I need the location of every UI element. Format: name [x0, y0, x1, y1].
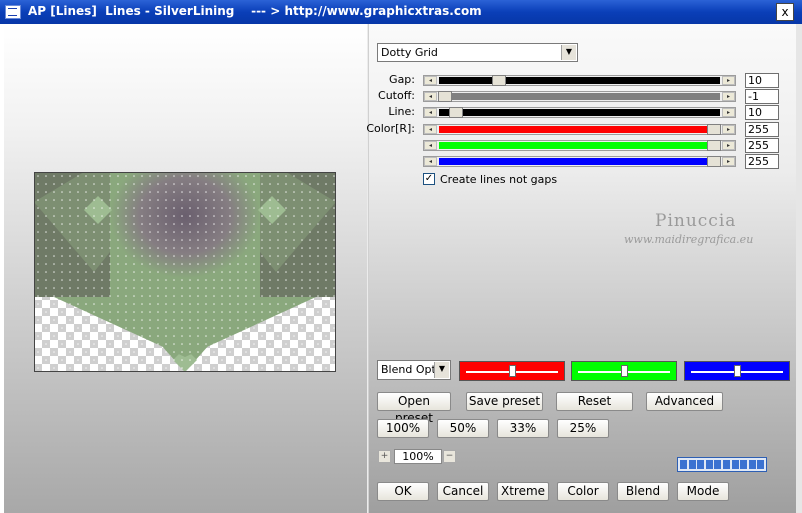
arrow-left-icon[interactable]: ◂: [424, 92, 437, 101]
create-lines-label: Create lines not gaps: [440, 173, 558, 186]
arrow-right-icon[interactable]: ▸: [722, 76, 735, 85]
slider-track: [439, 158, 720, 165]
zoom-50-button[interactable]: 50%: [437, 419, 489, 438]
close-button[interactable]: x: [776, 3, 794, 21]
slider-thumb[interactable]: [438, 91, 452, 102]
blend-button[interactable]: Blend: [617, 482, 669, 501]
slider-track: [439, 142, 720, 149]
progress-segment: [680, 460, 687, 469]
parameter-slider[interactable]: ◂ ▸: [423, 75, 736, 86]
arrow-left-icon[interactable]: ◂: [424, 141, 437, 150]
parameter-slider[interactable]: ◂ ▸: [423, 91, 736, 102]
mode-button[interactable]: Mode: [677, 482, 729, 501]
zoom-33-button[interactable]: 33%: [497, 419, 549, 438]
zoom-25-button[interactable]: 25%: [557, 419, 609, 438]
zoom-out-button[interactable]: −: [443, 450, 456, 463]
slider-value-field[interactable]: 10: [745, 73, 779, 88]
slider-label: Line:: [388, 105, 415, 118]
arrow-right-icon[interactable]: ▸: [722, 157, 735, 166]
parameter-slider[interactable]: ◂ ▸: [423, 140, 736, 151]
parameter-slider[interactable]: ◂ ▸: [423, 156, 736, 167]
create-lines-checkbox[interactable]: ✓: [423, 173, 435, 185]
green-swatch-slider[interactable]: [571, 361, 677, 381]
advanced-button[interactable]: Advanced: [646, 392, 723, 411]
chevron-down-icon[interactable]: ▼: [561, 45, 576, 60]
slider-label: Color[R]:: [366, 122, 415, 135]
slider-thumb[interactable]: [707, 156, 721, 167]
slider-track: [439, 126, 720, 133]
slider-value-field[interactable]: 255: [745, 154, 779, 169]
slider-track: [439, 93, 720, 100]
progress-segment: [757, 460, 765, 469]
progress-segment: [723, 460, 730, 469]
slider-thumb[interactable]: [492, 75, 506, 86]
chevron-down-icon[interactable]: ▼: [434, 362, 449, 378]
swatch-thumb[interactable]: [734, 365, 741, 377]
app-icon: [5, 5, 21, 19]
slider-value-field[interactable]: 255: [745, 122, 779, 137]
arrow-left-icon[interactable]: ◂: [424, 157, 437, 166]
slider-thumb[interactable]: [449, 107, 463, 118]
blend-options-value: Blend Optio: [381, 363, 435, 376]
open-preset-button[interactable]: Open preset: [377, 392, 451, 425]
progress-segment: [688, 460, 696, 469]
swatch-thumb[interactable]: [621, 365, 628, 377]
blend-options-select[interactable]: Blend Optio ▼: [377, 360, 451, 380]
slider-track: [439, 77, 720, 84]
save-preset-button[interactable]: Save preset: [466, 392, 543, 411]
arrow-left-icon[interactable]: ◂: [424, 125, 437, 134]
parameter-slider[interactable]: ◂ ▸: [423, 107, 736, 118]
cancel-button[interactable]: Cancel: [437, 482, 489, 501]
swatch-thumb[interactable]: [509, 365, 516, 377]
mode-select[interactable]: Dotty Grid ▼: [377, 43, 578, 62]
zoom-in-button[interactable]: +: [378, 450, 391, 463]
progress-segment: [697, 460, 705, 469]
window-title: AP [Lines] Lines - SilverLining --- > ht…: [28, 4, 482, 18]
slider-track: [439, 109, 720, 116]
slider-label: Gap:: [389, 73, 415, 86]
slider-value-field[interactable]: 10: [745, 105, 779, 120]
slider-value-field[interactable]: -1: [745, 89, 779, 104]
arrow-right-icon[interactable]: ▸: [722, 108, 735, 117]
color-button[interactable]: Color: [557, 482, 609, 501]
slider-label: Cutoff:: [378, 89, 415, 102]
blue-swatch-slider[interactable]: [684, 361, 790, 381]
mode-select-value: Dotty Grid: [381, 46, 438, 59]
zoom-value-field[interactable]: 100%: [394, 449, 442, 464]
progress-bar: [677, 457, 767, 472]
slider-thumb[interactable]: [707, 140, 721, 151]
progress-segment: [731, 460, 739, 469]
ok-button[interactable]: OK: [377, 482, 429, 501]
zoom-100-button[interactable]: 100%: [377, 419, 429, 438]
progress-segment: [748, 460, 756, 469]
progress-segment: [705, 460, 713, 469]
arrow-right-icon[interactable]: ▸: [722, 125, 735, 134]
slider-value-field[interactable]: 255: [745, 138, 779, 153]
progress-segment: [714, 460, 722, 469]
title-bar: AP [Lines] Lines - SilverLining --- > ht…: [0, 0, 802, 24]
watermark-url: www.maidiregrafica.eu: [624, 233, 754, 246]
watermark-name: Pinuccia: [655, 211, 737, 231]
red-swatch-slider[interactable]: [459, 361, 565, 381]
arrow-right-icon[interactable]: ▸: [722, 92, 735, 101]
xtreme-button[interactable]: Xtreme: [497, 482, 549, 501]
reset-button[interactable]: Reset: [556, 392, 633, 411]
arrow-right-icon[interactable]: ▸: [722, 141, 735, 150]
vertical-scrollbar[interactable]: [796, 24, 802, 513]
arrow-left-icon[interactable]: ◂: [424, 108, 437, 117]
slider-thumb[interactable]: [707, 124, 721, 135]
dot-grid: [34, 172, 336, 372]
parameter-slider[interactable]: ◂ ▸: [423, 124, 736, 135]
preview-image[interactable]: [34, 172, 336, 372]
arrow-left-icon[interactable]: ◂: [424, 76, 437, 85]
progress-segment: [740, 460, 748, 469]
